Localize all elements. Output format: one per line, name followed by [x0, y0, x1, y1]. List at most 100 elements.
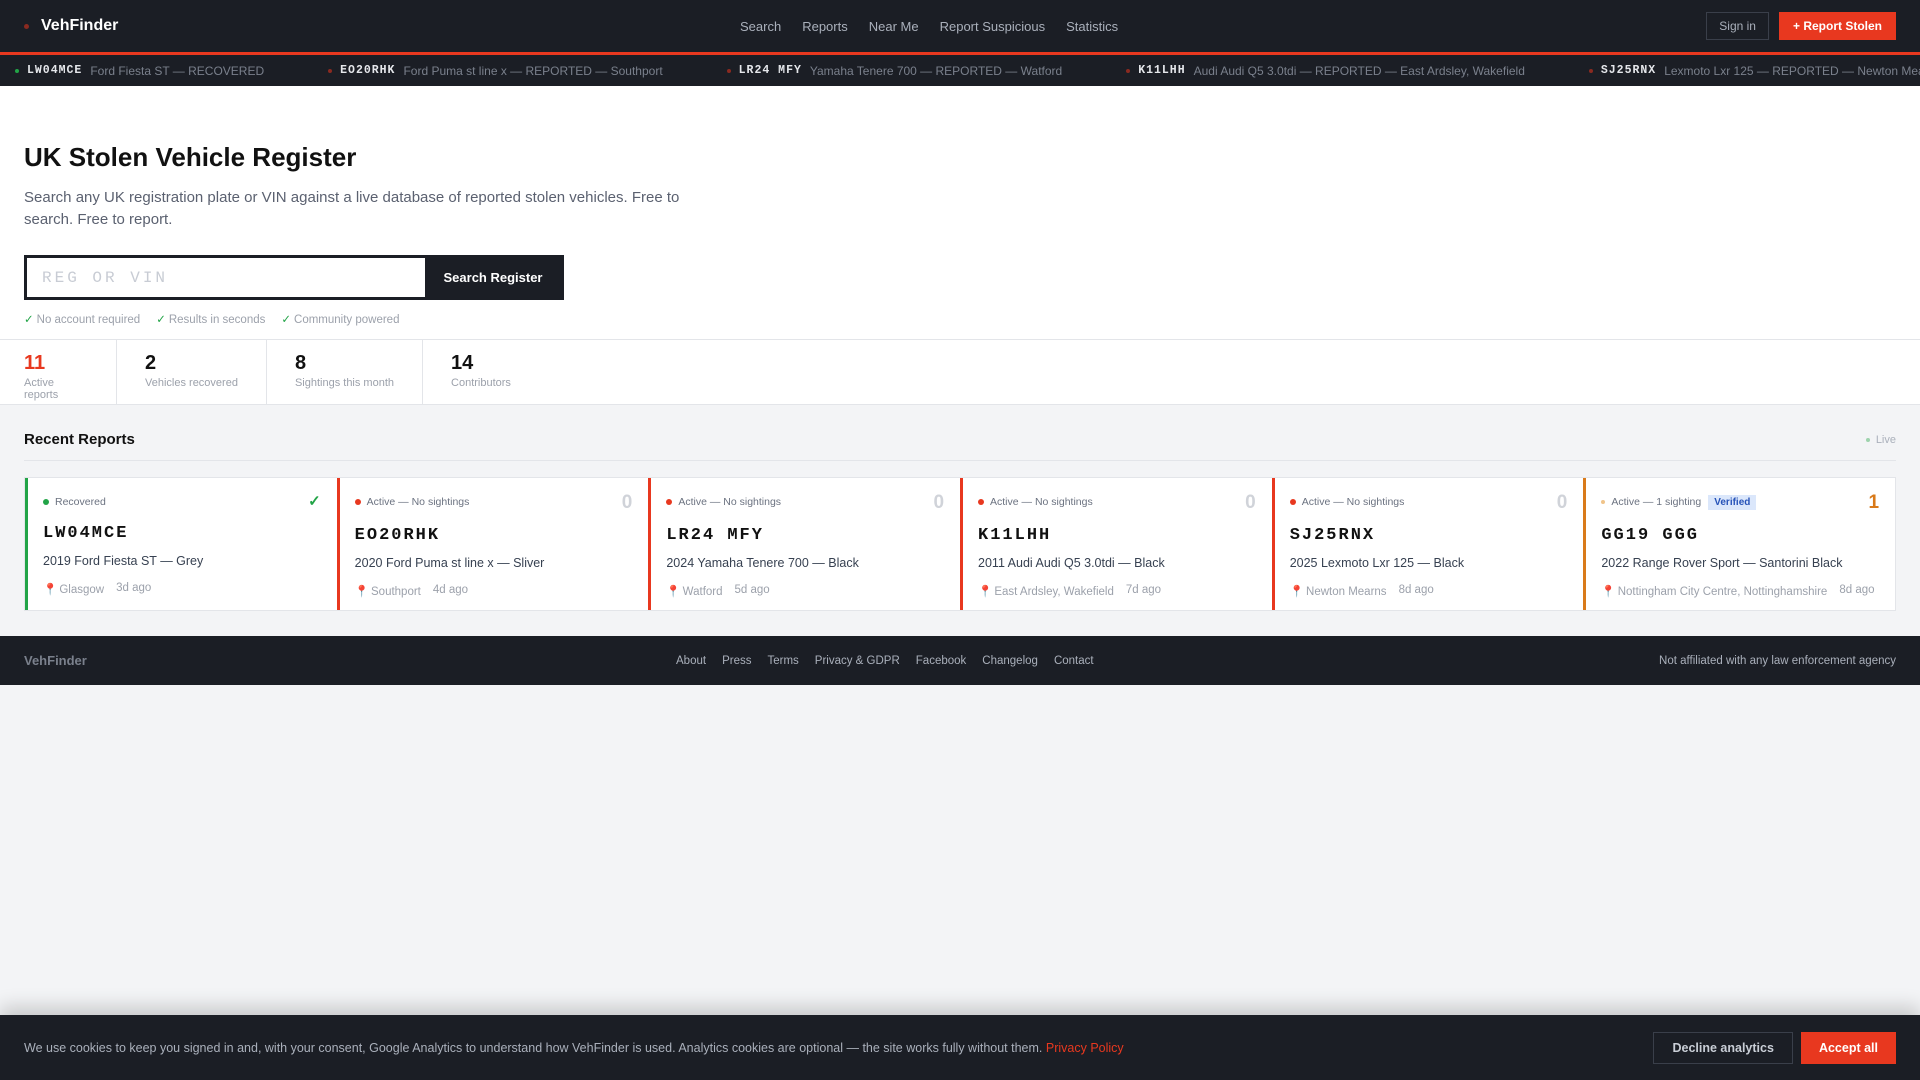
- recent-reports: Recent Reports Live Recovered ✓ LW04MCE …: [0, 405, 1920, 611]
- report-age: 7d ago: [1125, 584, 1162, 596]
- ticker-item[interactable]: EO20RHK Ford Puma st line x — REPORTED — …: [328, 64, 663, 78]
- nav-reports[interactable]: Reports: [802, 19, 848, 34]
- check-item: ✓ Community powered: [281, 314, 400, 326]
- footer-link-privacy-gdpr[interactable]: Privacy & GDPR: [815, 655, 900, 667]
- nav-search[interactable]: Search: [740, 19, 781, 34]
- report-card[interactable]: Recovered ✓ LW04MCE 2019 Ford Fiesta ST …: [25, 478, 337, 610]
- ticker-item[interactable]: LR24 MFY Yamaha Tenere 700 — REPORTED — W…: [726, 63, 1063, 78]
- location: 📍 Southport: [354, 586, 421, 598]
- footer-link-about[interactable]: About: [676, 655, 706, 667]
- pin-icon: 📍: [354, 586, 369, 598]
- footer-brand[interactable]: VehFinder: [24, 653, 87, 668]
- top-nav: VehFinder Search Reports Near Me Report …: [0, 0, 1920, 52]
- ticker-plate: SJ25RNX: [1600, 64, 1657, 77]
- vehicle-description: 2019 Ford Fiesta ST — Grey: [43, 554, 204, 568]
- report-card[interactable]: Active — No sightings 0 SJ25RNX 2025 Lex…: [1271, 478, 1584, 610]
- report-card[interactable]: Active — No sightings 0 K11LHH 2011 Audi…: [960, 478, 1272, 610]
- status-label: Active — No sightings: [366, 496, 470, 508]
- plate-number: SJ25RNX: [1289, 526, 1376, 545]
- nav-statistics[interactable]: Statistics: [1066, 19, 1118, 34]
- report-age: 8d ago: [1398, 584, 1434, 596]
- check-icon: ✓: [156, 314, 166, 326]
- accept-all-button[interactable]: Accept all: [1800, 1031, 1896, 1064]
- report-card[interactable]: Active — 1 sighting Verified 1 GG19 GGG 2…: [1583, 478, 1895, 610]
- sign-in-button[interactable]: Sign in: [1706, 12, 1769, 40]
- stat-contributors: 14 Contributors: [451, 352, 511, 389]
- recovered-check-icon: ✓: [308, 493, 321, 510]
- ticker-plate: LW04MCE: [27, 64, 83, 77]
- sighting-count: 0: [1245, 492, 1256, 513]
- decline-analytics-button[interactable]: Decline analytics: [1653, 1031, 1793, 1064]
- logo[interactable]: VehFinder: [24, 17, 118, 35]
- vehicle-description: 2025 Lexmoto Lxr 125 — Black: [1289, 556, 1465, 570]
- status-dot-icon: [666, 499, 673, 505]
- stats-bar: 11 Active reports 2 Vehicles recovered 8 Si…: [0, 339, 1920, 405]
- stat-vehicles-recovered: 2 Vehicles recovered: [117, 340, 267, 404]
- sighting-count: 0: [1556, 492, 1568, 513]
- ticker-text: Ford Puma st line x — REPORTED — Southpo…: [403, 63, 663, 78]
- status-label: Active — 1 sighting: [1611, 496, 1702, 508]
- check-item: ✓ No account required: [24, 314, 141, 326]
- report-age: 5d ago: [734, 584, 770, 596]
- location: 📍 Watford: [666, 586, 723, 598]
- ticker-item[interactable]: LW04MCE Ford Fiesta ST — RECOVERED: [15, 64, 264, 78]
- report-age: 8d ago: [1839, 584, 1875, 596]
- nav-report-suspicious[interactable]: Report Suspicious: [940, 19, 1046, 34]
- search-register-button[interactable]: Search Register: [425, 258, 561, 297]
- reg-vin-input[interactable]: [27, 258, 425, 297]
- section-title: Recent Reports: [24, 431, 135, 448]
- pin-icon: 📍: [978, 586, 993, 598]
- report-age: 4d ago: [432, 584, 469, 596]
- privacy-policy-link[interactable]: Privacy Policy: [1046, 1041, 1124, 1055]
- cookie-text: We use cookies to keep you signed in and…: [24, 1040, 1043, 1055]
- logo-dot-icon: [24, 23, 29, 29]
- status-dot-icon: [726, 68, 731, 73]
- live-ticker: LW04MCE Ford Fiesta ST — RECOVERED EO20RHK…: [0, 55, 1920, 86]
- report-card[interactable]: Active — No sightings 0 LR24 MFY 2024 Ya…: [648, 478, 960, 610]
- footer-link-press[interactable]: Press: [722, 655, 751, 667]
- footer-link-changelog[interactable]: Changelog: [982, 655, 1038, 667]
- status-label: Active — No sightings: [1301, 496, 1405, 508]
- sighting-count: 0: [621, 492, 633, 513]
- page-title: UK Stolen Vehicle Register: [24, 142, 357, 172]
- location: 📍 Glasgow: [43, 584, 105, 596]
- status-label: Recovered: [55, 496, 106, 508]
- plate-number: GG19 GGG: [1601, 526, 1699, 545]
- vehicle-description: 2020 Ford Puma st line x — Sliver: [354, 556, 545, 570]
- pin-icon: 📍: [1601, 586, 1616, 598]
- footer: VehFinder About Press Terms Privacy & GDPR F…: [0, 636, 1920, 685]
- ticker-text: Yamaha Tenere 700 — REPORTED — Watford: [809, 63, 1063, 78]
- status-dot-icon: [354, 499, 361, 505]
- status-dot-icon: [978, 499, 985, 505]
- plate-number: LW04MCE: [43, 524, 129, 543]
- location: 📍 East Ardsley, Wakefield: [978, 586, 1114, 598]
- report-card[interactable]: Active — No sightings 0 EO20RHK 2020 For…: [336, 478, 649, 610]
- status-dot-icon: [328, 68, 333, 73]
- check-item: ✓ Results in seconds: [156, 314, 266, 326]
- footer-link-terms[interactable]: Terms: [767, 655, 798, 667]
- check-icon: ✓: [24, 314, 34, 326]
- live-indicator: Live: [1865, 434, 1896, 446]
- vehicle-description: 2011 Audi Audi Q5 3.0tdi — Black: [978, 556, 1165, 570]
- location: 📍 Nottingham City Centre, Nottinghamshire: [1601, 586, 1828, 598]
- status-dot-icon: [1126, 68, 1131, 73]
- ticker-text: Audi Audi Q5 3.0tdi — REPORTED — East Ar…: [1193, 63, 1525, 78]
- stat-active-reports: 11 Active reports: [0, 340, 117, 404]
- ticker-item[interactable]: K11LHH Audi Audi Q5 3.0tdi — REPORTED — E…: [1126, 64, 1525, 78]
- location: 📍 Newton Mearns: [1289, 586, 1387, 598]
- footer-link-contact[interactable]: Contact: [1054, 655, 1094, 667]
- ticker-text: Lexmoto Lxr 125 — REPORTED — Newton Mear…: [1664, 63, 1920, 78]
- footer-disclaimer: Not affiliated with any law enforcement …: [1659, 654, 1896, 667]
- sighting-count: 1: [1868, 492, 1880, 513]
- hero-subtitle: Search any UK registration plate or VIN …: [24, 189, 680, 228]
- pin-icon: 📍: [666, 586, 681, 598]
- search-form: Search Register: [24, 255, 564, 300]
- check-icon: ✓: [281, 314, 292, 326]
- footer-link-facebook[interactable]: Facebook: [916, 655, 967, 667]
- ticker-text: Ford Fiesta ST — RECOVERED: [90, 63, 265, 78]
- nav-near-me[interactable]: Near Me: [869, 19, 919, 34]
- ticker-plate: EO20RHK: [340, 64, 396, 77]
- ticker-item[interactable]: SJ25RNX Lexmoto Lxr 125 — REPORTED — Newt…: [1588, 63, 1920, 78]
- report-stolen-button[interactable]: + Report Stolen: [1778, 12, 1896, 40]
- status-dot-icon: [1601, 500, 1606, 504]
